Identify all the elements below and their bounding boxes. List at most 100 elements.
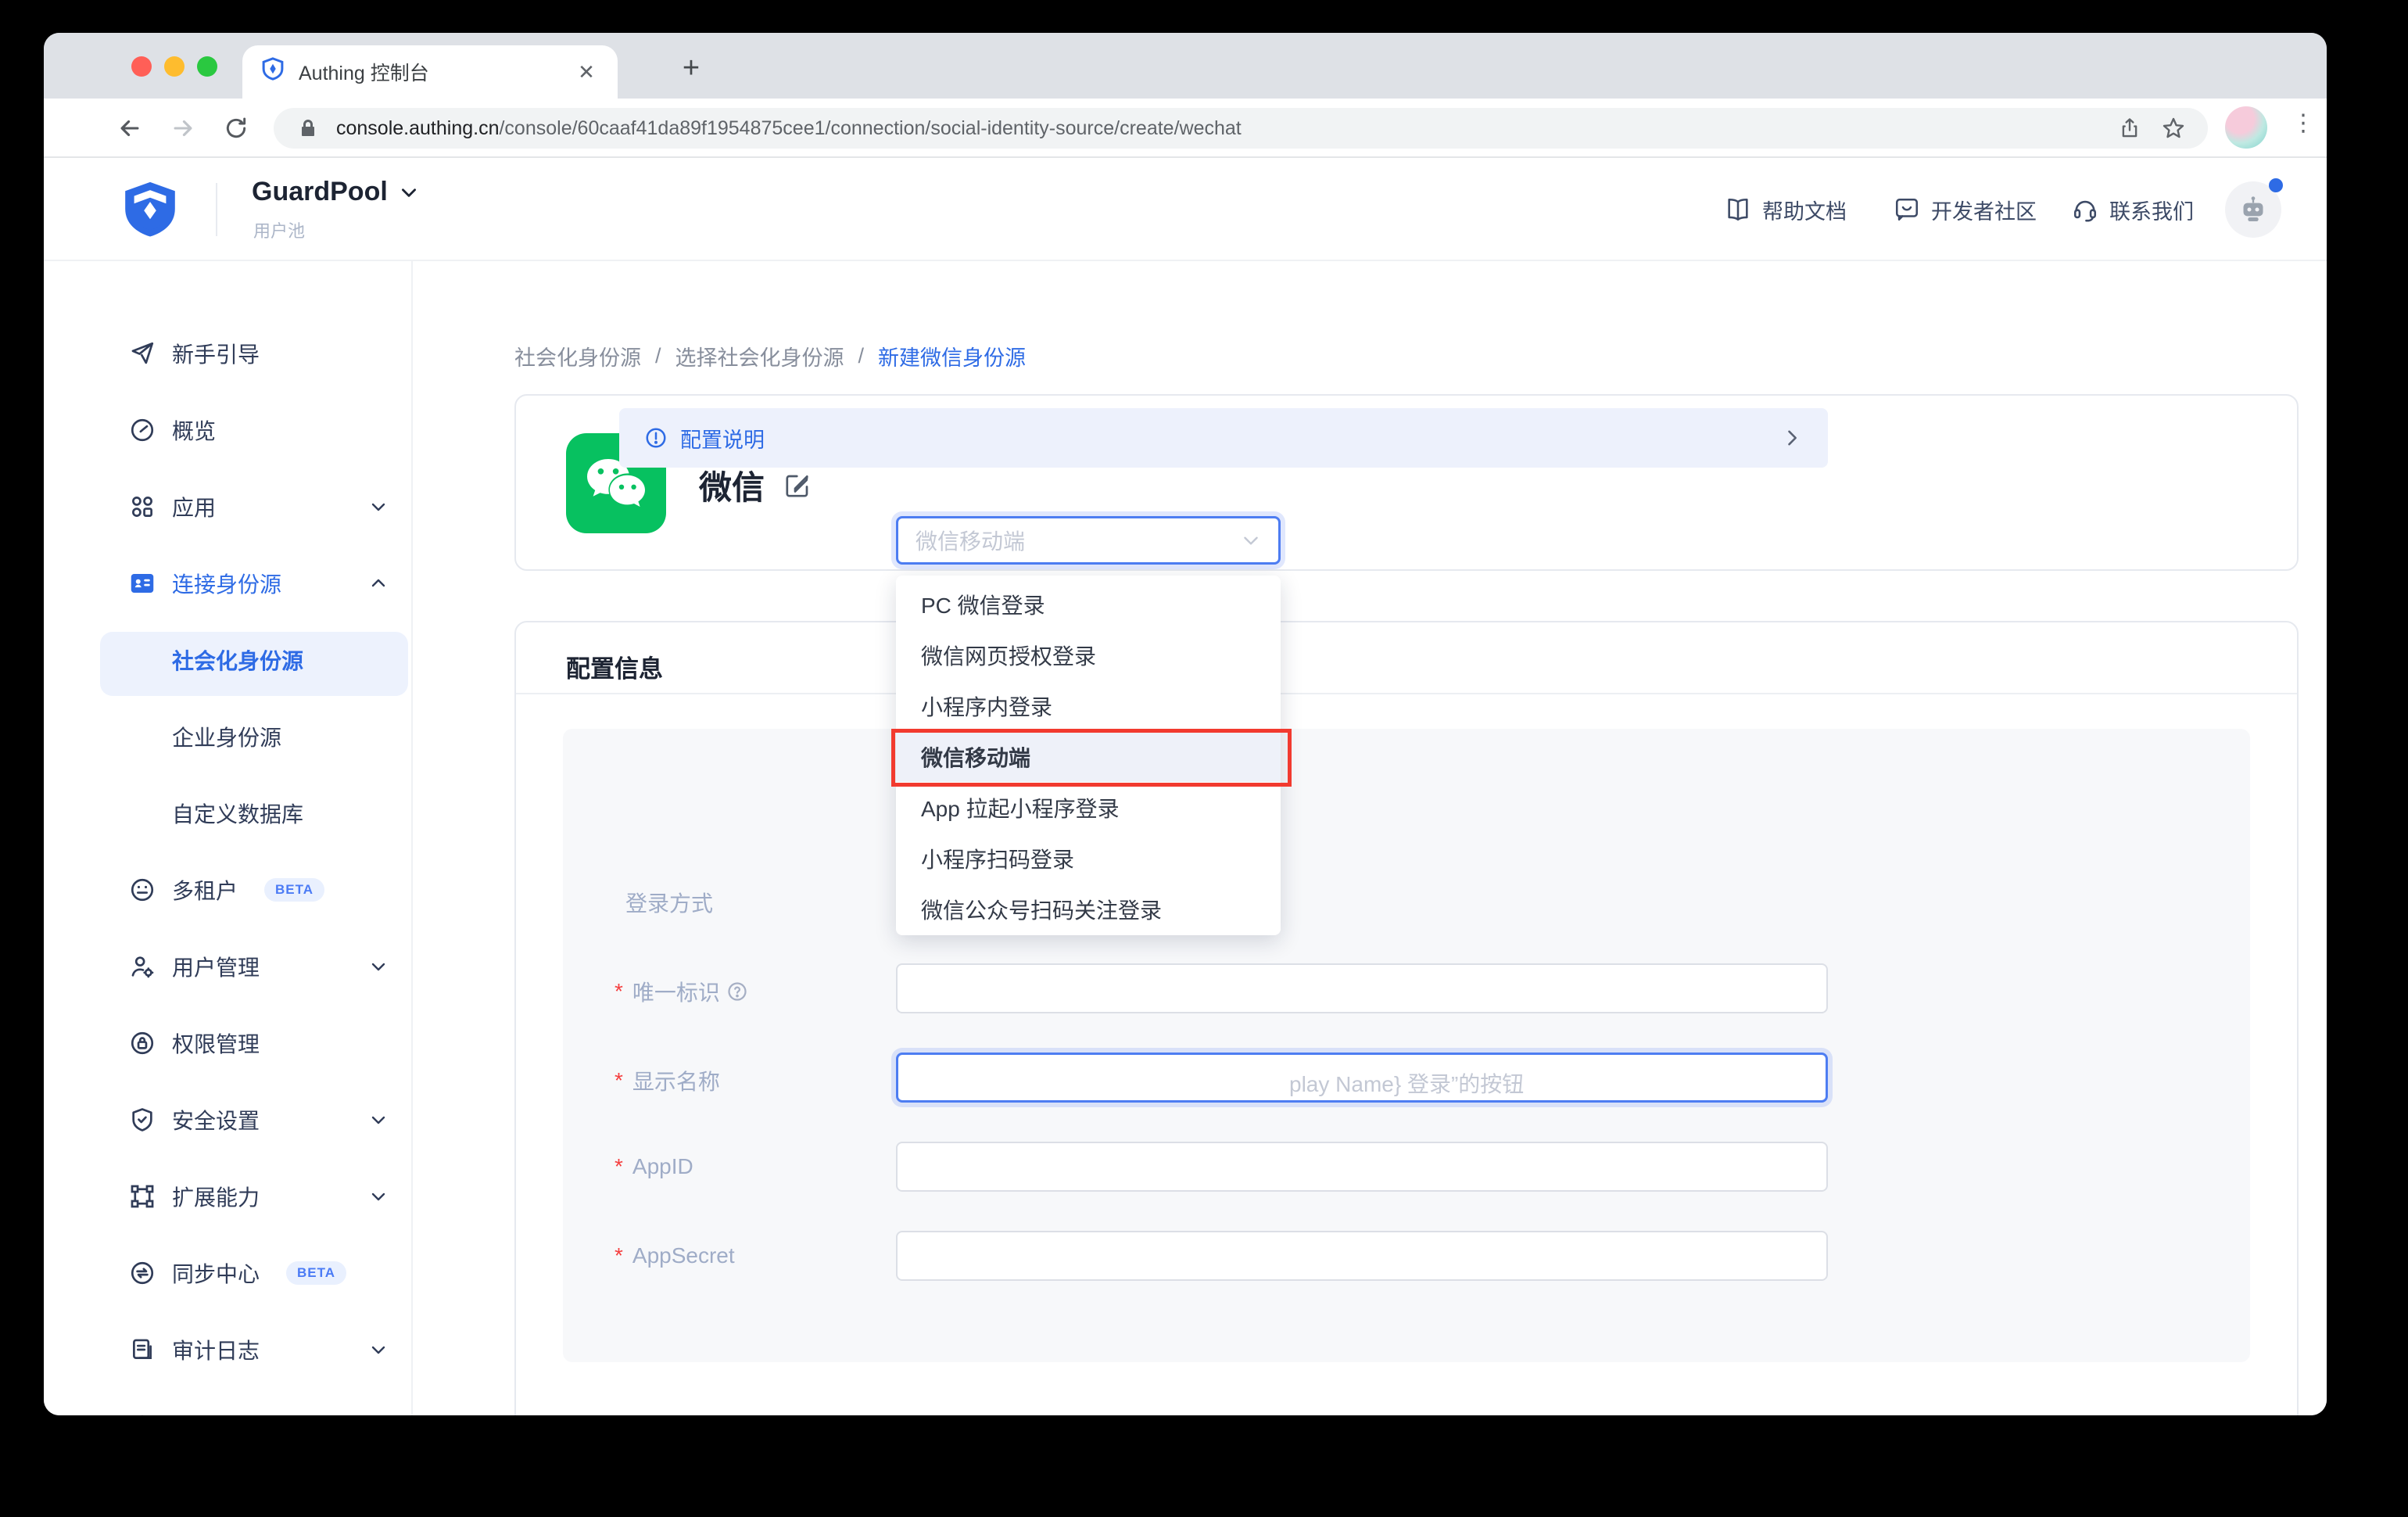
share-icon[interactable] <box>2114 117 2145 140</box>
screenshot-root: Authing 控制台 ✕ + console.authing.cn/conso… <box>0 0 2408 1517</box>
display-name-placeholder: play Name} 登录”的按钮 <box>1289 1072 1525 1096</box>
source-title: 微信 <box>699 469 765 506</box>
userpool-name: GuardPool <box>252 177 388 206</box>
breadcrumb: 社会化身份源 / 选择社会化身份源 / 新建微信身份源 <box>514 341 1026 371</box>
bookmark-star-icon[interactable] <box>2158 116 2189 141</box>
divider <box>216 183 217 236</box>
forward-icon[interactable] <box>166 111 200 145</box>
address-bar[interactable]: console.authing.cn/console/60caaf41da89f… <box>274 108 2208 149</box>
divider <box>516 693 2297 694</box>
breadcrumb-choose-source[interactable]: 选择社会化身份源 <box>675 341 844 371</box>
app-header: GuardPool 用户池 帮助文档 开发者社区 联系我们 <box>44 158 2327 261</box>
tab-strip: Authing 控制台 ✕ + <box>44 33 2327 99</box>
identifier-input[interactable] <box>896 963 1828 1013</box>
user-gear-icon <box>128 952 156 981</box>
tab-title: Authing 控制台 <box>299 63 429 84</box>
browser-profile-avatar[interactable] <box>2225 106 2267 149</box>
login-mode-label: 登录方式 <box>625 891 714 916</box>
notification-dot <box>2269 178 2283 192</box>
help-icon[interactable] <box>726 981 748 1002</box>
paper-plane-icon <box>128 339 156 368</box>
option-miniprogram-scan[interactable]: 小程序扫码登录 <box>896 833 1281 884</box>
breadcrumb-current: 新建微信身份源 <box>878 346 1027 370</box>
option-miniprogram-in[interactable]: 小程序内登录 <box>896 680 1281 731</box>
sidebar-item-extensions[interactable]: 扩展能力 <box>44 1165 411 1228</box>
beta-badge: BETA <box>286 1261 347 1285</box>
sidebar-item-applications[interactable]: 应用 <box>44 475 411 538</box>
appsecret-label: * AppSecret <box>615 1243 735 1268</box>
mask-icon <box>128 876 156 904</box>
sidebar-item-custom-database[interactable]: 自定义数据库 <box>44 782 411 845</box>
chevron-down-icon <box>369 957 388 976</box>
option-pc-wechat[interactable]: PC 微信登录 <box>896 579 1281 629</box>
appid-label: * AppID <box>615 1154 693 1178</box>
chevron-down-icon <box>1244 536 1258 545</box>
display-name-label: * 显示名称 <box>615 1068 720 1094</box>
option-app-miniprogram[interactable]: App 拉起小程序登录 <box>896 782 1281 833</box>
info-icon <box>646 428 666 448</box>
help-docs-link[interactable]: 帮助文档 <box>1725 158 1847 261</box>
browser-toolbar: console.authing.cn/console/60caaf41da89f… <box>44 99 2327 158</box>
sidebar-item-sync-center[interactable]: 同步中心 BETA <box>44 1242 411 1304</box>
sidebar-item-onboarding[interactable]: 新手引导 <box>44 322 411 385</box>
sidebar-item-user-management[interactable]: 用户管理 <box>44 935 411 998</box>
identifier-label: * 唯一标识 <box>615 976 748 1007</box>
back-icon[interactable] <box>113 111 147 145</box>
sidebar-item-overview[interactable]: 概览 <box>44 399 411 461</box>
source-title-row: 微信 <box>699 461 812 509</box>
zoom-window-button[interactable] <box>197 56 217 77</box>
frame-icon <box>128 1182 156 1210</box>
sidebar-item-multi-tenant[interactable]: 多租户 BETA <box>44 859 411 921</box>
chevron-down-icon <box>369 1340 388 1359</box>
contact-us-link[interactable]: 联系我们 <box>2072 158 2194 261</box>
url-text: console.authing.cn/console/60caaf41da89f… <box>336 117 1242 139</box>
lock-icon <box>292 118 324 138</box>
chat-smile-icon <box>1895 198 1919 221</box>
headset-icon <box>2073 200 2097 222</box>
sidebar-item-enterprise-identity[interactable]: 企业身份源 <box>44 705 411 768</box>
authing-logo-shield-icon[interactable] <box>122 180 178 246</box>
chevron-down-icon <box>369 1187 388 1206</box>
tab-close-icon[interactable]: ✕ <box>574 60 599 84</box>
sidebar-item-billing[interactable]: 费用管理 <box>44 1395 411 1415</box>
login-mode-value: 微信移动端 <box>916 529 1026 554</box>
document-list-icon <box>128 1336 156 1364</box>
config-notice-banner[interactable]: 配置说明 <box>619 408 1828 468</box>
main-content: 社会化身份源 / 选择社会化身份源 / 新建微信身份源 微信 配置信息 配置说明… <box>413 261 2327 1415</box>
appsecret-input[interactable] <box>896 1231 1828 1281</box>
robot-icon <box>2243 196 2263 221</box>
chevron-right-icon <box>1781 427 1803 449</box>
option-web-auth[interactable]: 微信网页授权登录 <box>896 629 1281 680</box>
reload-icon[interactable] <box>219 111 253 145</box>
option-official-account[interactable]: 微信公众号扫码关注登录 <box>896 884 1281 934</box>
yuan-circle-icon <box>128 1412 156 1415</box>
display-name-input[interactable]: play Name} 登录”的按钮 <box>896 1053 1828 1103</box>
close-window-button[interactable] <box>131 56 152 77</box>
new-tab-button[interactable]: + <box>669 47 713 91</box>
sidebar-item-security-settings[interactable]: 安全设置 <box>44 1088 411 1151</box>
sidebar-item-identity-sources[interactable]: 连接身份源 <box>44 552 411 615</box>
breadcrumb-social-identity[interactable]: 社会化身份源 <box>514 341 641 371</box>
userpool-switcher[interactable]: GuardPool <box>252 177 419 207</box>
sidebar-item-permission-management[interactable]: 权限管理 <box>44 1012 411 1074</box>
sidebar-item-audit-logs[interactable]: 审计日志 <box>44 1318 411 1381</box>
annotation-red-box <box>891 729 1292 787</box>
browser-menu-icon[interactable]: ⋮ <box>2289 109 2317 137</box>
userpool-type-label: 用户池 <box>253 221 306 241</box>
config-card: 配置信息 <box>514 621 2299 1415</box>
edit-icon[interactable] <box>783 472 812 500</box>
developer-community-link[interactable]: 开发者社区 <box>1894 158 2037 261</box>
minimize-window-button[interactable] <box>164 56 185 77</box>
sidebar-nav: 新手引导 概览 应用 连接身份源 社会化身份源 企业身份源 自定义数据库 多租户… <box>44 261 413 1415</box>
tab-favicon-authing-shield-icon <box>261 57 285 87</box>
browser-tab[interactable]: Authing 控制台 ✕ <box>242 45 618 99</box>
browser-window: Authing 控制台 ✕ + console.authing.cn/conso… <box>44 33 2327 1415</box>
book-icon <box>1728 198 1748 221</box>
lock-circle-icon <box>128 1029 156 1057</box>
grid-icon <box>128 493 156 521</box>
shield-check-icon <box>128 1106 156 1134</box>
chevron-up-icon <box>369 574 388 593</box>
login-mode-select[interactable]: 微信移动端 <box>896 516 1281 565</box>
sidebar-item-social-identity[interactable]: 社会化身份源 <box>44 629 411 691</box>
appid-input[interactable] <box>896 1142 1828 1192</box>
